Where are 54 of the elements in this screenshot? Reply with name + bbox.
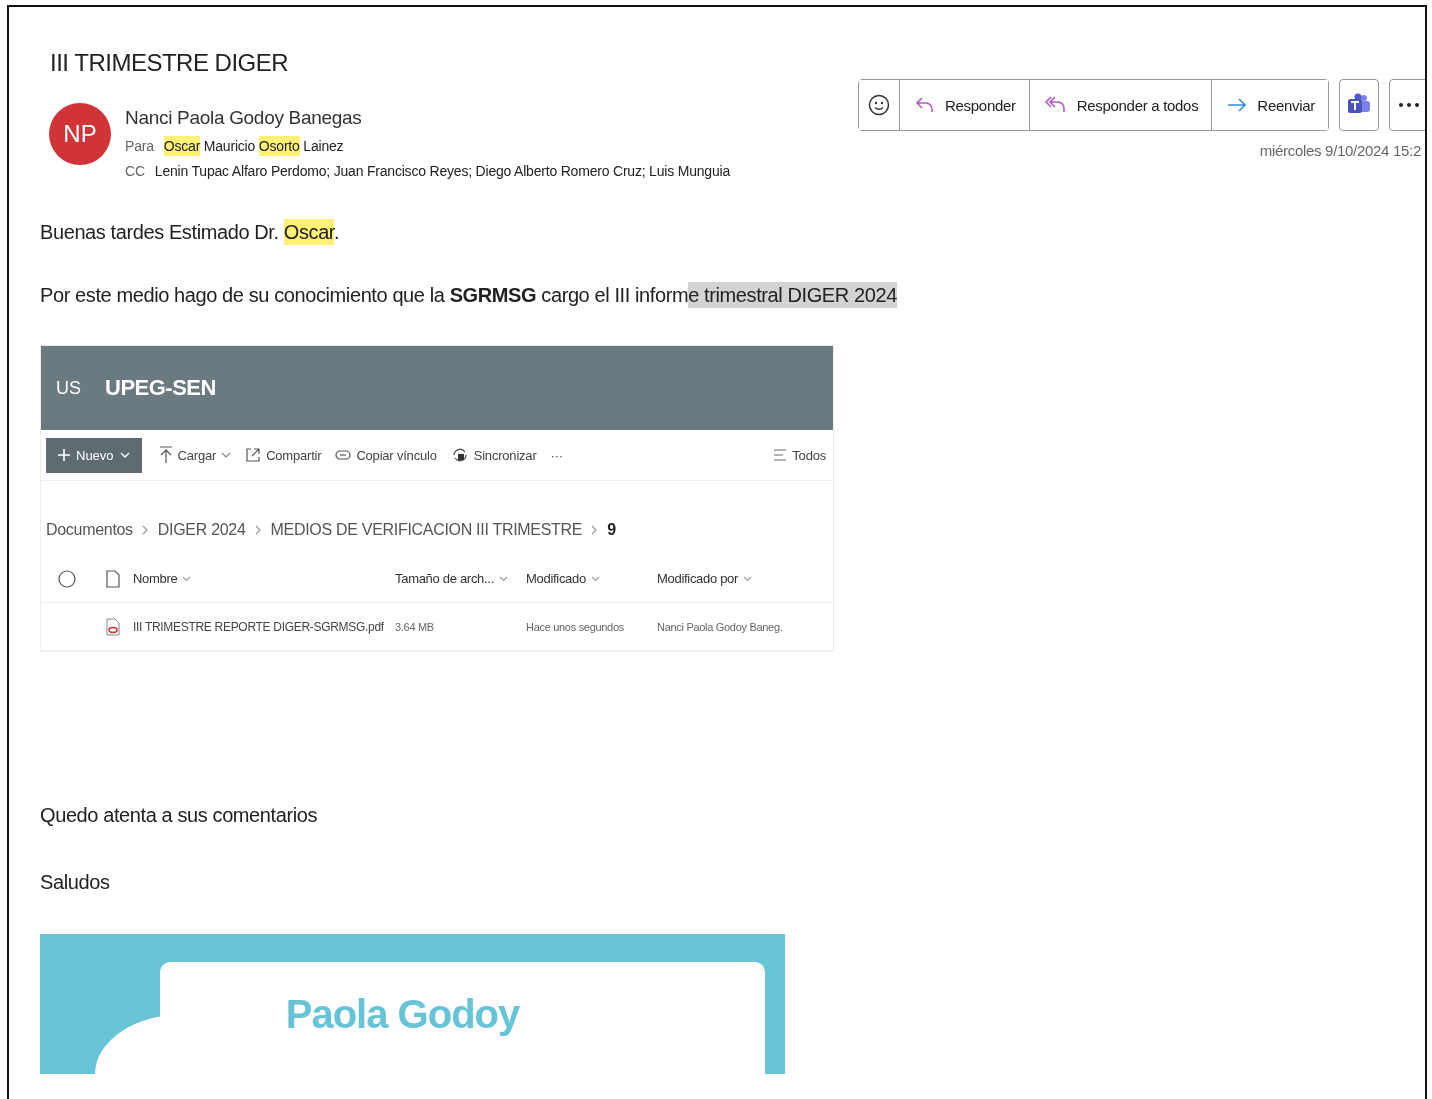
more-options-icon[interactable] [1389,79,1425,131]
sender-avatar: NP [49,103,111,165]
site-name: UPEG-SEN [105,375,216,401]
chevron-down-icon [590,575,600,582]
file-type-icon [106,569,120,588]
file-name[interactable]: III TRIMESTRE REPORTE DIGER-SGRMSG.pdf [133,620,384,634]
share-icon [245,447,262,463]
upload-button[interactable]: Cargar [153,446,237,464]
more-button[interactable]: ··· [545,447,568,463]
column-header[interactable]: Nombre [133,571,178,586]
copy-link-button[interactable]: Copiar vínculo [330,447,442,463]
table-cell: Hace unos segundos [526,621,624,633]
column-header[interactable]: Modificado por [657,571,739,586]
new-button[interactable]: Nuevo [46,437,142,473]
table-cell: 3.64 MB [395,621,434,633]
chevron-down-icon [182,575,192,582]
column-header[interactable]: Tamaño de arch... [395,571,494,586]
signature-name: Paola Godoy [285,992,520,1038]
body-paragraph: Saludos [40,871,111,894]
chevron-down-icon [743,575,753,582]
link-icon [335,450,352,460]
column-header[interactable]: Modificado [526,571,586,586]
upload-icon [158,446,173,464]
cc-recipients: Lenin Tupac Alfaro Perdomo; Juan Francisco Reyes; Diego Alberto Romero Cruz; Luis Munguia [154,163,730,179]
site-initials: US [56,377,81,399]
chevron-down-icon [119,452,130,458]
chevron-down-icon [498,575,508,582]
forward-button[interactable]: Reenviar [1211,80,1328,130]
chevron-right-icon [254,525,262,535]
chevron-right-icon [141,525,149,535]
body-paragraph: Quedo atenta a sus comentarios [40,804,319,827]
pdf-file-icon [106,617,120,636]
breadcrumb-item[interactable]: 9 [607,521,616,539]
smiley-icon [868,94,890,116]
breadcrumb-item[interactable]: Documentos [46,521,133,539]
plus-icon [58,449,70,461]
share-button[interactable]: Compartir [240,447,327,463]
sync-button[interactable]: Sincronizar [445,446,542,464]
breadcrumb-item[interactable]: DIGER 2024 [157,521,246,539]
lines-icon [773,448,788,462]
sender-name: Nanci Paola Godoy Banegas [125,107,363,129]
to-label: Para [125,138,154,154]
cc-label: CC [125,163,145,179]
breadcrumb-item[interactable]: MEDIOS DE VERIFICACION III TRIMESTRE [270,521,583,539]
view-button[interactable]: Todos [768,447,831,463]
chevron-right-icon [591,525,599,535]
table-cell: Nanci Paola Godoy Baneg. [657,621,783,633]
chevron-down-icon [221,452,232,458]
sync-icon [450,446,469,464]
select-all-icon[interactable] [58,569,76,588]
teams-icon[interactable] [1339,79,1379,131]
body-paragraph: Por este medio hago de su conocimiento que la SGRMSG cargo el III informe trimestral DIGER 2024 [40,284,898,307]
received-date: miércoles 9/10/2024 15:2 [1259,142,1421,159]
email-subject: III TRIMESTRE DIGER [50,49,290,77]
